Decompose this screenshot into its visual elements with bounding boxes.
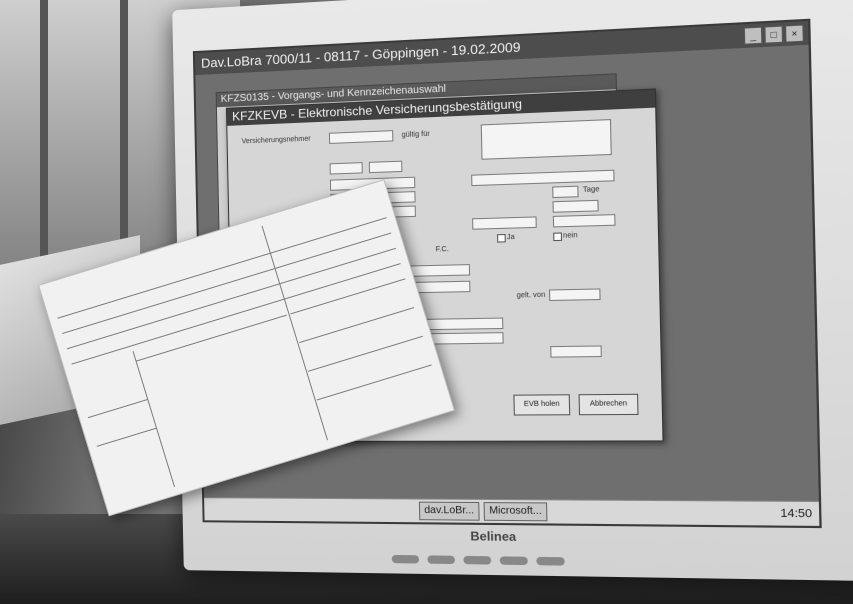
gelt-von-input[interactable] [549,288,601,301]
paper-rule [299,307,414,343]
window-controls: _ □ × [744,24,804,44]
paper-rule [97,428,157,447]
field-4[interactable] [471,170,614,186]
app-title-bar: Dav.LoBra 7000/11 - 08117 - Göppingen - … [195,21,809,75]
gueltig-label: gültig für [402,131,430,139]
versicherung-label: Versicherungsnehmer [242,136,311,146]
ja-label: Ja [507,234,515,242]
gelt-von-label: gelt. von [517,292,546,300]
monitor-button[interactable] [463,556,491,565]
field-7[interactable] [552,200,598,213]
monitor-button[interactable] [500,556,528,565]
window-frame-bar [120,0,128,260]
taskbar-item-davlobra[interactable]: dav.LoBr... [419,502,480,521]
field-1[interactable] [330,162,363,174]
abbrechen-button[interactable]: Abbrechen [579,394,639,415]
photo-scene: Dav.LoBra 7000/11 - 08117 - Göppingen - … [0,0,853,604]
fc-label: F.C. [436,246,449,254]
app-title: Dav.LoBra 7000/11 - 08117 - Göppingen - … [201,39,521,71]
close-icon[interactable]: × [785,24,804,42]
tage-label: Tage [583,186,600,194]
ja-checkbox[interactable] [497,234,506,243]
taskbar: dav.LoBr... Microsoft... 14:50 [204,497,819,526]
taskbar-clock: 14:50 [780,507,812,520]
paper-column-rule [262,226,328,441]
nein-checkbox[interactable] [553,232,562,241]
maximize-icon[interactable]: □ [764,26,783,44]
window-frame-bar [40,0,48,260]
gueltig-textarea[interactable] [481,119,612,160]
taskbar-item-microsoft[interactable]: Microsoft... [484,502,548,521]
evb-holen-button[interactable]: EVB holen [513,394,570,415]
paper-rule [308,336,423,372]
paper-column-rule [133,351,175,487]
monitor-button[interactable] [536,557,564,566]
paper-rule [88,399,148,418]
monitor-buttons [392,555,565,566]
paper-rule [317,364,432,400]
paper-rule [290,278,405,314]
nein-label: nein [563,232,578,240]
gelt-von-input-2[interactable] [550,345,602,357]
tage-input[interactable] [552,186,578,198]
field-2[interactable] [369,161,403,174]
minimize-icon[interactable]: _ [744,27,763,45]
dropdown-2[interactable] [553,214,616,227]
versicherung-input[interactable] [329,130,393,144]
monitor-button[interactable] [392,555,419,564]
monitor-button[interactable] [427,555,455,564]
dropdown-1[interactable] [472,216,537,229]
monitor-brand-logo: Belinea [470,529,516,544]
